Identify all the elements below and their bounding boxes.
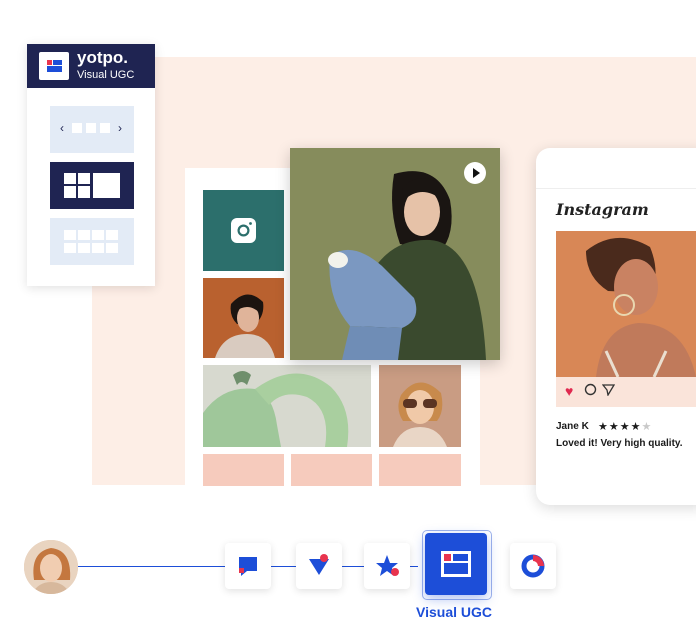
analytics-icon xyxy=(521,554,545,578)
product-name: Visual UGC xyxy=(77,69,135,81)
stars-empty: ★ xyxy=(641,421,653,433)
referrals-button[interactable] xyxy=(364,543,410,589)
divider xyxy=(536,188,696,189)
placeholder-tile xyxy=(291,454,372,486)
loyalty-button[interactable] xyxy=(296,543,342,589)
visual-ugc-icon xyxy=(441,551,471,577)
instagram-wordmark: Instagram xyxy=(556,200,649,219)
grid-layout-option[interactable] xyxy=(50,218,134,265)
chevron-right-icon: › xyxy=(118,121,122,135)
placeholder-tile xyxy=(379,454,461,486)
panel-header: yotpo. Visual UGC xyxy=(27,44,155,88)
heart-icon[interactable]: ♥ xyxy=(565,383,573,399)
carousel-layout-option[interactable]: ‹ › xyxy=(50,106,134,153)
featured-video-tile[interactable] xyxy=(290,148,500,360)
avatar xyxy=(24,540,78,594)
post-actions-bar: ♥ xyxy=(556,377,696,407)
analytics-button[interactable] xyxy=(510,543,556,589)
reviews-button[interactable] xyxy=(225,543,271,589)
star-rating: ★★★★★ xyxy=(598,420,652,433)
review-text: Loved it! Very high quality. xyxy=(556,438,683,449)
photo-tile-bag[interactable] xyxy=(203,365,371,447)
layout-picker-panel: yotpo. Visual UGC ‹ › xyxy=(27,44,155,286)
chevron-left-icon: ‹ xyxy=(60,121,64,135)
referrals-icon xyxy=(376,555,399,576)
share-icon[interactable] xyxy=(601,383,616,400)
instagram-post-photo[interactable] xyxy=(556,231,696,377)
brand-name: yotpo. xyxy=(77,48,128,67)
active-product-label: Visual UGC xyxy=(416,604,492,620)
comment-icon[interactable] xyxy=(584,383,597,400)
photo-tile-sunglasses[interactable] xyxy=(379,365,461,447)
reviews-icon xyxy=(239,557,257,576)
stars-filled: ★★★★ xyxy=(598,421,642,433)
play-icon xyxy=(473,168,480,178)
instagram-post-card: Instagram ♥ Jane K ★★★★★ Loved it! Very … xyxy=(536,148,696,505)
instagram-tile[interactable] xyxy=(203,190,284,271)
yotpo-logo-icon xyxy=(39,52,69,80)
reviewer-name: Jane K xyxy=(556,421,589,432)
placeholder-tile xyxy=(203,454,284,486)
photo-tile-portrait[interactable] xyxy=(203,278,284,358)
instagram-icon xyxy=(231,218,256,243)
visual-ugc-button[interactable] xyxy=(425,533,487,595)
loyalty-icon xyxy=(309,554,329,575)
tiles-layout-option[interactable] xyxy=(50,162,134,209)
play-button[interactable] xyxy=(464,162,486,184)
